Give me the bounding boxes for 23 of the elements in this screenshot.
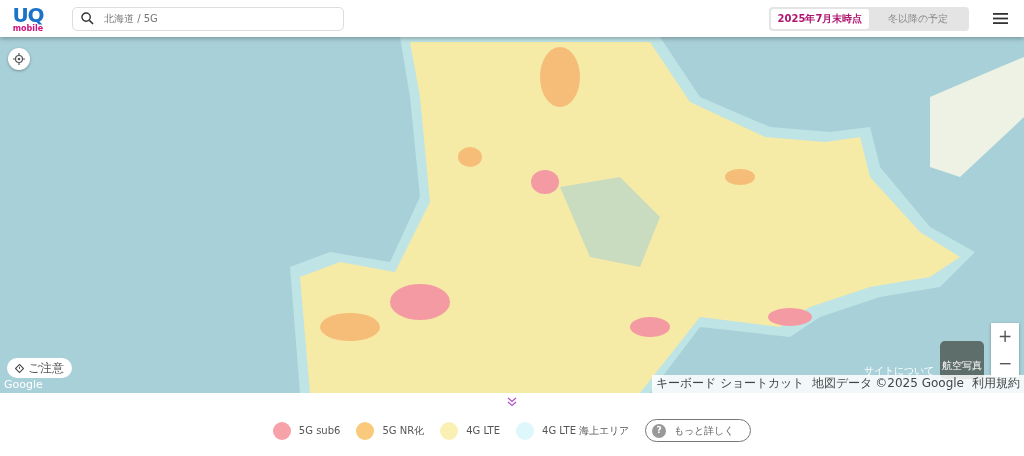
- double-chevron-down-icon[interactable]: [507, 397, 517, 407]
- legend-label: 4G LTE 海上エリア: [542, 424, 630, 438]
- google-logo: Google: [4, 377, 43, 393]
- uq-mobile-logo[interactable]: UQ mobile: [8, 4, 48, 33]
- warning-diamond-icon: [15, 363, 24, 373]
- zoom-out-button[interactable]: −: [991, 350, 1019, 377]
- crosshair-icon: [13, 53, 25, 65]
- map-data-credit: 地図データ ©2025 Google: [811, 376, 964, 392]
- search-icon: [81, 12, 94, 25]
- caution-label: ご注意: [28, 360, 64, 377]
- legend-label: 5G NR化: [382, 424, 425, 438]
- menu-icon[interactable]: [993, 13, 1008, 24]
- legend-label: 5G sub6: [298, 424, 341, 438]
- zoom-in-button[interactable]: +: [991, 323, 1019, 350]
- keyboard-shortcuts-link[interactable]: キーボード ショートカット: [655, 376, 804, 392]
- more-details-button[interactable]: ? もっと詳しく: [645, 419, 752, 442]
- period-tab[interactable]: 2025年7月末時点: [771, 8, 869, 29]
- current-location-button[interactable]: [8, 48, 30, 70]
- legend-label: 4G LTE: [466, 424, 501, 438]
- caution-button[interactable]: ご注意: [7, 358, 72, 378]
- terms-link[interactable]: 利用規約: [972, 376, 1020, 392]
- help-icon: ?: [652, 423, 667, 438]
- search-field[interactable]: 北海道 / 5G: [72, 6, 344, 31]
